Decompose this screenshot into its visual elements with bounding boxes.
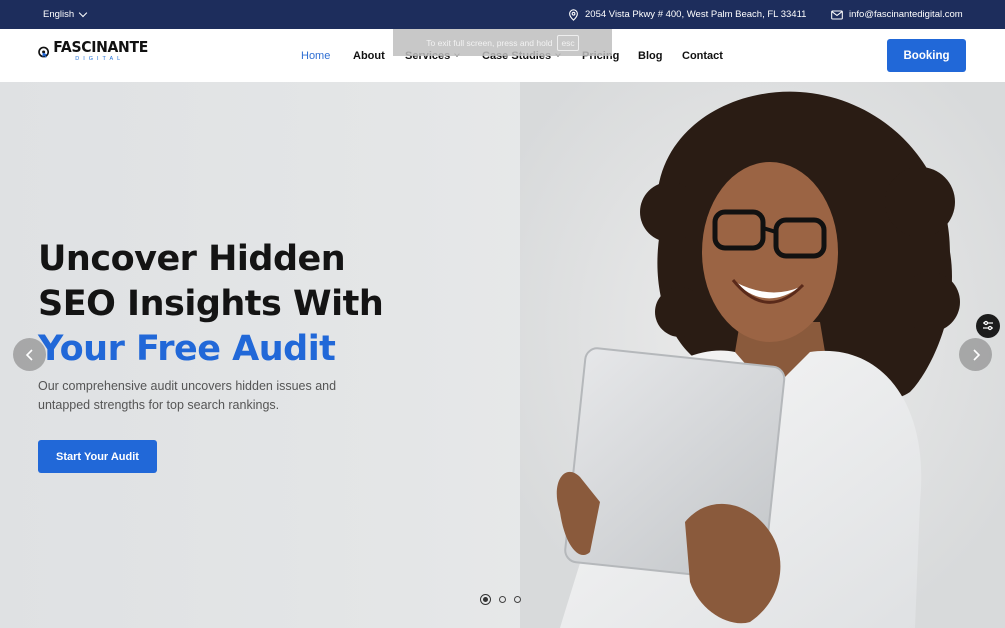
hero-subtext: Our comprehensive audit uncovers hidden …	[38, 379, 337, 412]
nav-item-home[interactable]: Home	[301, 50, 353, 62]
language-selector[interactable]: English	[43, 0, 88, 29]
start-audit-button[interactable]: Start Your Audit	[38, 440, 157, 473]
slider-dot-1[interactable]	[480, 594, 491, 605]
hero-headline: Uncover Hidden SEO Insights With Your Fr…	[38, 237, 384, 372]
address-info: 2054 Vista Pkwy # 400, West Palm Beach, …	[568, 0, 806, 29]
map-pin-icon	[569, 8, 578, 21]
fullscreen-notice-text: To exit full screen, press and hold	[426, 37, 553, 48]
slider-dot-3[interactable]	[514, 596, 521, 603]
nav-item-contact[interactable]: Contact	[682, 50, 723, 62]
hero-headline-line-1: Uncover Hidden	[38, 239, 346, 279]
nav-item-label: About	[353, 49, 385, 62]
chevron-left-icon	[25, 348, 33, 361]
chevron-right-icon	[972, 348, 980, 361]
booking-button[interactable]: Booking	[887, 39, 966, 72]
slider-dot-2[interactable]	[499, 596, 506, 603]
slider-prev-button[interactable]	[13, 338, 46, 371]
logo[interactable]: FASCINANTE DIGITAL	[38, 41, 148, 69]
envelope-icon	[831, 9, 843, 20]
logo-subtext: DIGITAL	[75, 56, 125, 62]
logo-text: FASCINANTE	[53, 39, 148, 57]
nav-item-label: Contact	[682, 49, 723, 62]
email-info[interactable]: info@fascinantedigital.com	[831, 0, 963, 29]
address-text: 2054 Vista Pkwy # 400, West Palm Beach, …	[585, 9, 807, 20]
sliders-icon	[983, 320, 993, 331]
logo-mark-icon	[38, 46, 50, 58]
hero-slider: Uncover Hidden SEO Insights With Your Fr…	[0, 82, 1005, 628]
email-text[interactable]: info@fascinantedigital.com	[849, 9, 963, 20]
slider-next-button[interactable]	[959, 338, 992, 371]
hero-headline-line-2: SEO Insights With	[38, 284, 384, 324]
nav-item-blog[interactable]: Blog	[638, 50, 682, 62]
fullscreen-notice: To exit full screen, press and hold esc	[393, 29, 612, 56]
esc-key: esc	[557, 34, 579, 51]
accessibility-widget-button[interactable]	[976, 314, 1000, 338]
top-bar: English 2054 Vista Pkwy # 400, West Palm…	[0, 0, 1005, 29]
language-label: English	[43, 9, 75, 20]
hero-photo	[520, 82, 1005, 628]
nav-item-label: Blog	[638, 49, 663, 62]
slider-pagination	[480, 594, 521, 605]
nav-item-label: Home	[301, 49, 331, 62]
hero-headline-highlight: Your Free Audit	[38, 329, 336, 369]
chevron-down-icon	[78, 8, 88, 18]
